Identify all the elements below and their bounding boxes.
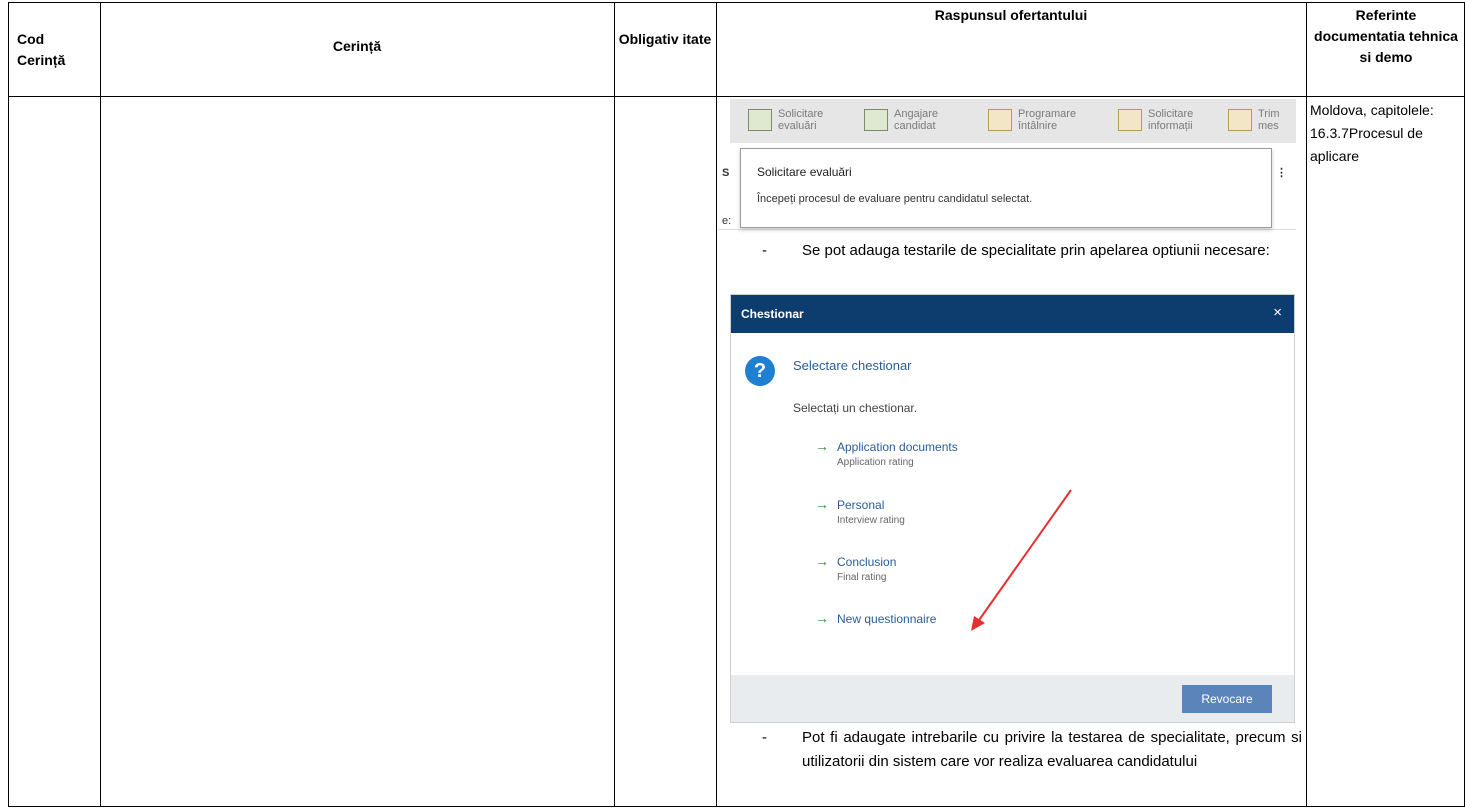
- grid-icon: ⋮: [1276, 167, 1287, 179]
- ribbon-item-solicitare-evaluari[interactable]: Solicitare evaluări: [748, 103, 828, 137]
- header-cerinta: Cerință: [332, 38, 382, 54]
- ribbon-toolbar: Solicitare evaluări Angajare candidat Pr…: [730, 99, 1296, 143]
- arrow-right-icon: →: [815, 610, 829, 626]
- header-obligativitate: Obligativ itate: [618, 31, 712, 47]
- cropped-text-left-2: e:: [722, 215, 732, 227]
- arrow-right-icon: →: [815, 438, 829, 454]
- ribbon-item-trimite-mesaj[interactable]: Trim mes: [1228, 103, 1288, 137]
- tooltip-title: Solicitare evaluări: [757, 165, 852, 179]
- bullet-text-1: Se pot adauga testarile de specialitate …: [802, 242, 1270, 259]
- envelope-calendar-icon: [988, 109, 1012, 131]
- dialog-instruction: Selectați un chestionar.: [793, 401, 918, 415]
- close-icon[interactable]: ×: [1273, 304, 1282, 321]
- header-raspuns: Raspunsul ofertantului: [934, 7, 1088, 23]
- dialog-header: Chestionar ×: [731, 295, 1294, 333]
- bullet-text-2: Pot fi adaugate intrebarile cu privire l…: [802, 729, 1302, 770]
- tooltip-description: Începeți procesul de evaluare pentru can…: [757, 193, 1033, 205]
- clipboard-icon: [748, 109, 772, 131]
- envelope-question-icon: [1118, 109, 1142, 131]
- ribbon-item-solicitare-informatii[interactable]: Solicitare informații: [1118, 103, 1200, 137]
- header-referinte: Referinte documentatia tehnica si demo: [1314, 7, 1458, 65]
- hire-icon: [864, 109, 888, 131]
- arrow-right-icon: →: [815, 553, 829, 569]
- dialog-footer: Revocare: [731, 675, 1294, 722]
- ribbon-item-programare-intalnire[interactable]: Programare întâlnire: [988, 103, 1078, 137]
- envelope-icon: [1228, 109, 1252, 131]
- header-cod-cerinta: Cod Cerință: [17, 31, 66, 68]
- tooltip: Solicitare evaluări Începeți procesul de…: [740, 148, 1272, 228]
- arrow-right-icon: →: [815, 496, 829, 512]
- annotation-arrow-icon: [971, 489, 1072, 631]
- question-icon: ?: [745, 356, 775, 386]
- questionnaire-dialog: Chestionar × ? Selectare chestionar Sele…: [730, 294, 1295, 723]
- dialog-title: Chestionar: [741, 307, 804, 321]
- cropped-text-left: S: [722, 167, 730, 179]
- ribbon-item-angajare-candidat[interactable]: Angajare candidat: [864, 103, 946, 137]
- cancel-button[interactable]: Revocare: [1182, 685, 1272, 713]
- references-text: Moldova, capitolele: 16.3.7Procesul de a…: [1310, 102, 1434, 164]
- dialog-subtitle: Selectare chestionar: [793, 358, 912, 373]
